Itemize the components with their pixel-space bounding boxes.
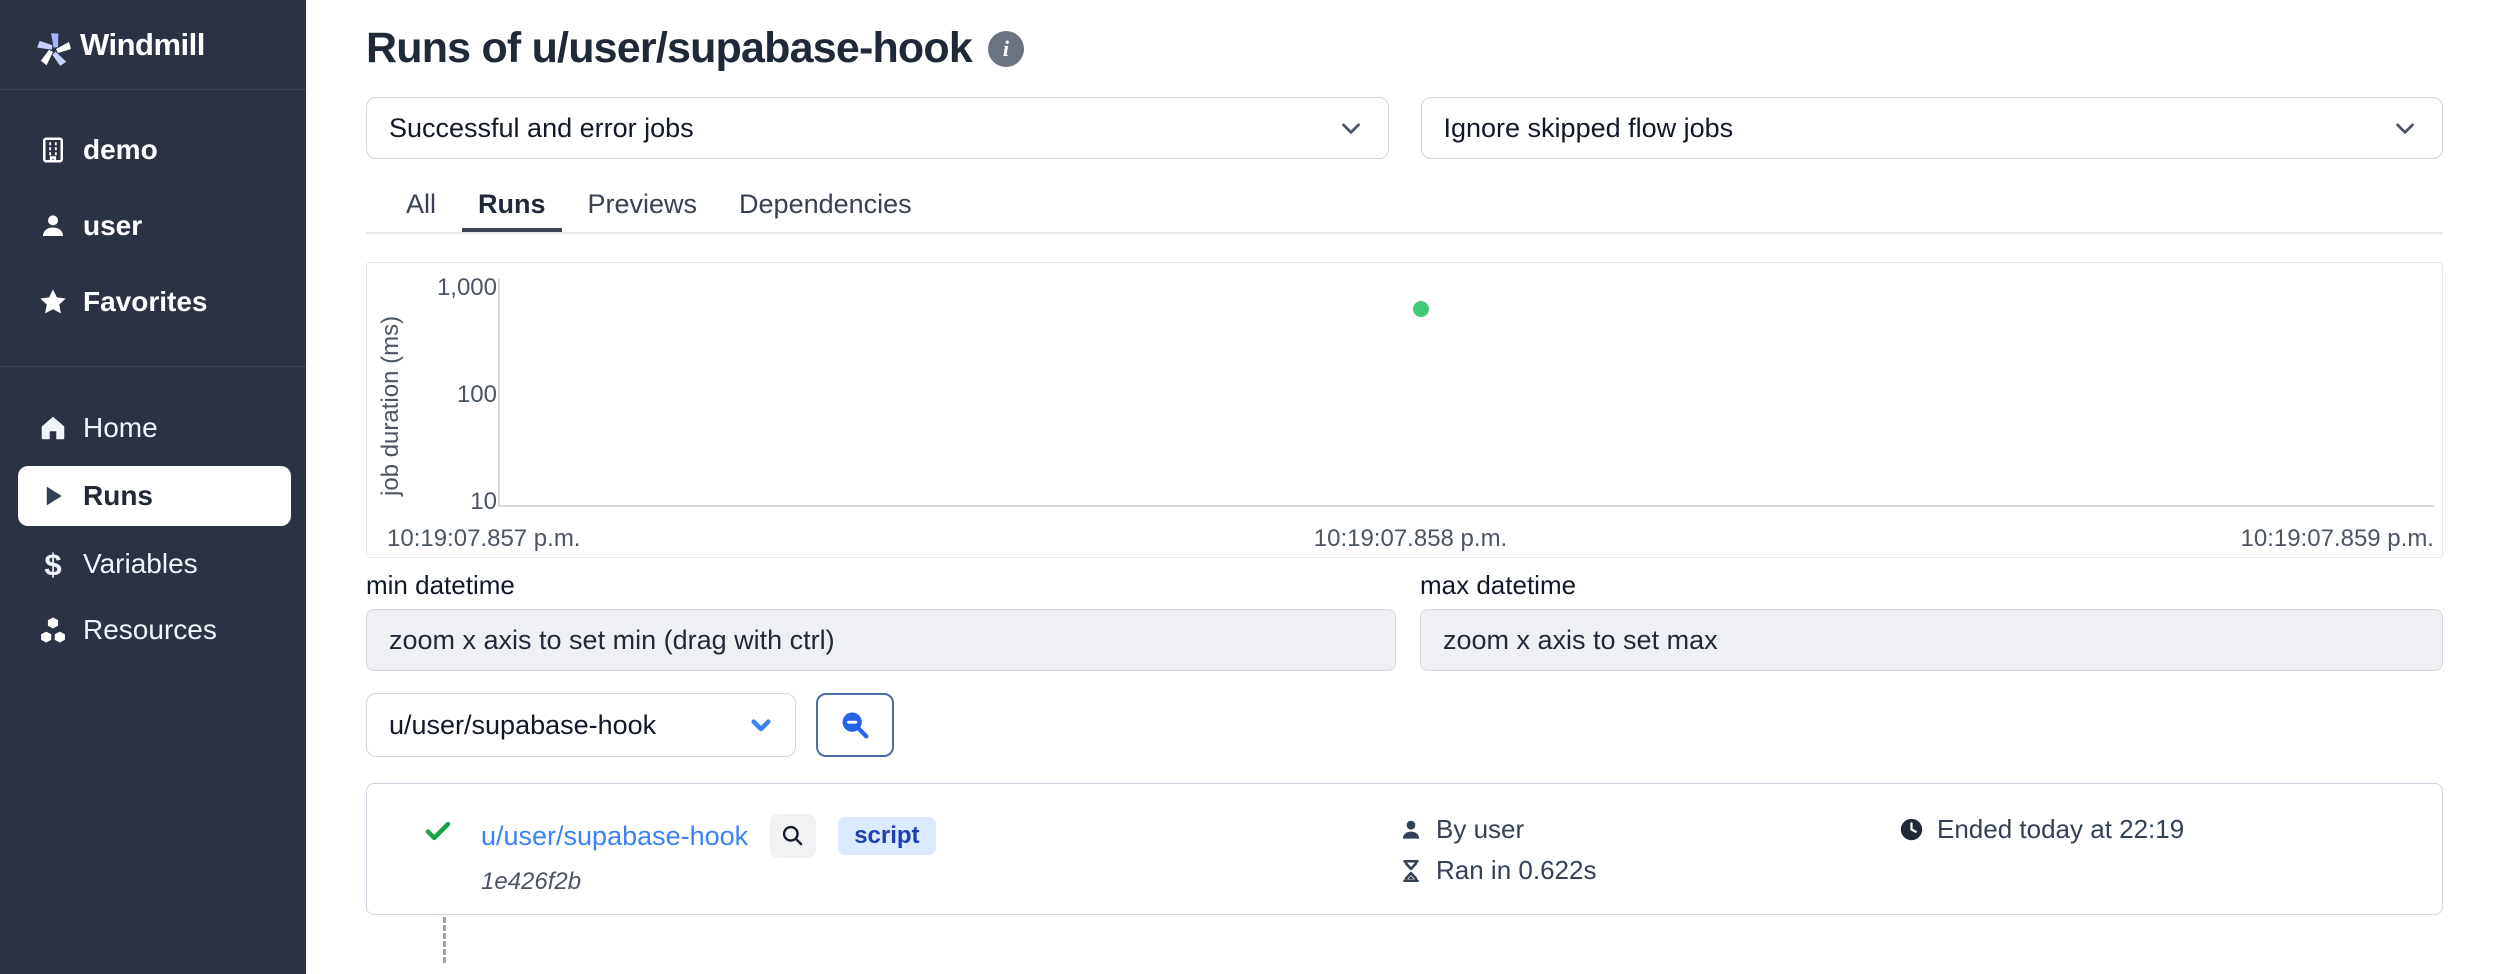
run-path-link[interactable]: u/user/supabase-hook — [481, 821, 748, 852]
job-kind-badge: script — [838, 817, 935, 855]
chevron-down-icon — [1336, 113, 1366, 143]
inspect-run-button[interactable] — [770, 814, 816, 858]
chart-y-tick: 100 — [417, 381, 497, 409]
chart-plot-area[interactable] — [498, 279, 2434, 507]
app-logo[interactable]: Windmill — [0, 0, 306, 90]
star-icon — [37, 286, 69, 318]
max-datetime-label: max datetime — [1420, 570, 2443, 601]
chevron-down-icon — [745, 709, 777, 741]
user-menu[interactable]: user — [0, 188, 306, 264]
sidebar-item-variables[interactable]: $ Variables — [0, 531, 306, 597]
home-icon — [37, 412, 69, 444]
job-kind-tabs: All Runs Previews Dependencies — [366, 183, 2443, 234]
tab-dependencies[interactable]: Dependencies — [723, 183, 928, 232]
search-icon — [780, 823, 806, 849]
run-ended-text: Ended today at 22:19 — [1937, 814, 2184, 845]
user-name: user — [83, 210, 142, 242]
script-path-picker-row: u/user/supabase-hook — [366, 693, 2443, 757]
sidebar-nav: Home Runs $ Variables Resources — [0, 367, 306, 663]
filters-row: Successful and error jobs Ignore skipped… — [366, 97, 2443, 159]
dollar-icon: $ — [37, 548, 69, 580]
sidebar-item-resources[interactable]: Resources — [0, 597, 306, 663]
clock-icon — [1898, 816, 1925, 843]
chart-data-point[interactable] — [1413, 301, 1429, 317]
page-header: Runs of u/user/supabase-hook i — [366, 24, 2443, 73]
success-check-icon — [423, 816, 455, 851]
sidebar-item-label: Resources — [83, 614, 217, 646]
hourglass-icon — [1398, 858, 1424, 884]
tab-all[interactable]: All — [390, 183, 452, 232]
chevron-down-icon — [2390, 113, 2420, 143]
sidebar-item-runs[interactable]: Runs — [18, 466, 291, 526]
script-path-value: u/user/supabase-hook — [389, 710, 656, 741]
flow-jobs-filter-value: Ignore skipped flow jobs — [1444, 113, 1734, 144]
job-status-filter-value: Successful and error jobs — [389, 113, 694, 144]
tab-runs[interactable]: Runs — [462, 183, 562, 232]
user-icon — [1398, 817, 1424, 843]
sidebar-item-label: Home — [83, 412, 158, 444]
run-ended: Ended today at 22:19 — [1898, 814, 2402, 845]
workspace-section: demo user Favorites — [0, 90, 306, 367]
datetime-filter-row: min datetime max datetime — [366, 570, 2443, 671]
tab-previews[interactable]: Previews — [572, 183, 714, 232]
job-status-filter-select[interactable]: Successful and error jobs — [366, 97, 1389, 159]
duration-chart: job duration (ms) 1,000 100 10 10:19:07.… — [366, 262, 2443, 558]
run-id: 1e426f2b — [481, 868, 936, 896]
flow-jobs-filter-select[interactable]: Ignore skipped flow jobs — [1421, 97, 2444, 159]
sidebar-item-favorites[interactable]: Favorites — [0, 264, 306, 340]
workspace-selector[interactable]: demo — [0, 112, 306, 188]
sidebar-item-home[interactable]: Home — [0, 395, 306, 461]
app-name: Windmill — [80, 27, 205, 63]
chart-x-axis: 10:19:07.857 p.m. 10:19:07.858 p.m. 10:1… — [387, 525, 2434, 553]
page-title: Runs of u/user/supabase-hook — [366, 24, 972, 73]
min-datetime-label: min datetime — [366, 570, 1396, 601]
main-content: Runs of u/user/supabase-hook i Successfu… — [306, 0, 2500, 974]
user-icon — [37, 210, 69, 242]
boxes-icon — [37, 614, 69, 646]
min-datetime-input[interactable] — [366, 609, 1396, 671]
chart-y-axis-label: job duration (ms) — [377, 291, 405, 521]
sidebar-item-label: Variables — [83, 548, 198, 580]
favorites-label: Favorites — [83, 286, 208, 318]
chart-y-tick: 1,000 — [417, 274, 497, 302]
windmill-logo-icon — [34, 29, 66, 61]
zoom-out-icon — [838, 708, 872, 742]
chart-x-tick: 10:19:07.858 p.m. — [1314, 525, 1507, 553]
run-by: By user — [1436, 814, 1524, 845]
building-icon — [37, 134, 69, 166]
play-icon — [37, 480, 69, 512]
timeline-dashed-connector — [443, 917, 446, 963]
run-row[interactable]: u/user/supabase-hook script 1e426f2b By … — [366, 783, 2443, 915]
workspace-name: demo — [83, 134, 158, 166]
search-runs-button[interactable] — [816, 693, 894, 757]
script-path-select[interactable]: u/user/supabase-hook — [366, 693, 796, 757]
run-row-main: u/user/supabase-hook script 1e426f2b — [423, 814, 1398, 896]
chart-y-tick: 10 — [417, 488, 497, 516]
run-duration: Ran in 0.622s — [1436, 855, 1596, 886]
info-icon[interactable]: i — [988, 31, 1024, 67]
chart-x-tick: 10:19:07.859 p.m. — [2241, 525, 2434, 553]
chart-x-tick: 10:19:07.857 p.m. — [387, 525, 580, 553]
run-meta: By user Ran in 0.622s — [1398, 814, 1898, 886]
max-datetime-input[interactable] — [1420, 609, 2443, 671]
sidebar-item-label: Runs — [83, 480, 153, 512]
sidebar: Windmill demo user — [0, 0, 306, 974]
